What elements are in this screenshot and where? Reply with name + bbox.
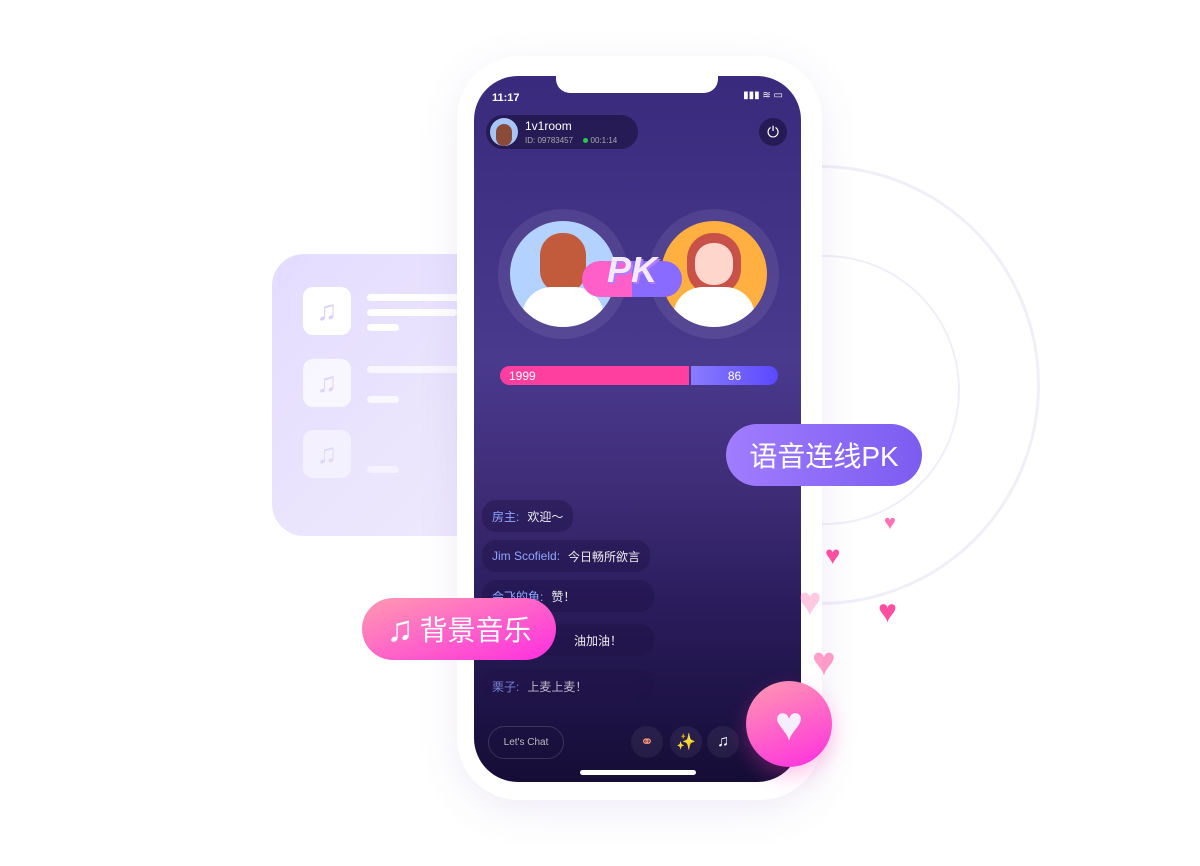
heart-icon: ♥ bbox=[812, 640, 836, 684]
heart-icon: ♥ bbox=[774, 697, 804, 751]
room-name: 1v1room bbox=[525, 119, 572, 133]
link-icon[interactable]: ⚭ bbox=[631, 726, 663, 758]
heart-icon: ♥ bbox=[825, 540, 841, 570]
avatar bbox=[490, 118, 518, 146]
music-note-icon: ♫ bbox=[386, 608, 414, 649]
chat-message: 房主: 欢迎～ bbox=[482, 500, 574, 532]
room-id-label: ID: bbox=[525, 136, 536, 145]
like-button[interactable]: ♥ bbox=[746, 681, 832, 767]
status-time: 11:17 bbox=[492, 92, 520, 104]
room-info[interactable]: 1v1room ID: 09783457 00:1:14 bbox=[486, 115, 638, 149]
magic-wand-icon[interactable]: ✨ bbox=[670, 726, 702, 758]
music-note-icon: ♫ bbox=[303, 287, 351, 335]
music-note-icon: ♫ bbox=[303, 430, 351, 478]
chat-message: 栗子: 上麦上麦！ bbox=[482, 670, 654, 702]
music-note-icon: ♫ bbox=[303, 359, 351, 407]
heart-icon: ♥ bbox=[878, 593, 897, 629]
pk-badge: PK bbox=[582, 249, 682, 297]
room-duration: 00:1:14 bbox=[590, 136, 618, 145]
pk-right-score: 86 bbox=[691, 366, 778, 385]
status-icons: ▮▮▮ ≋ ▭ bbox=[743, 90, 783, 101]
online-dot bbox=[583, 138, 589, 143]
heart-icon: ♥ bbox=[798, 580, 822, 624]
chat-input[interactable]: Let's Chat bbox=[488, 726, 564, 759]
home-indicator bbox=[580, 770, 696, 775]
voice-pk-callout: 语音连线PK bbox=[726, 424, 922, 486]
power-icon: ⏻ bbox=[767, 123, 779, 141]
room-id: 09783457 bbox=[537, 136, 574, 145]
heart-icon: ♥ bbox=[884, 512, 896, 534]
chat-message: Jim Scofield: 今日畅所欲言 bbox=[482, 540, 651, 572]
pk-score-bar: 1999 86 bbox=[500, 366, 778, 385]
bg-music-callout: ♫ 背景音乐 bbox=[362, 598, 556, 660]
music-disc-icon[interactable]: ♫ bbox=[707, 726, 739, 758]
pk-left-score: 1999 bbox=[500, 366, 690, 385]
power-button[interactable]: ⏻ bbox=[759, 118, 787, 146]
